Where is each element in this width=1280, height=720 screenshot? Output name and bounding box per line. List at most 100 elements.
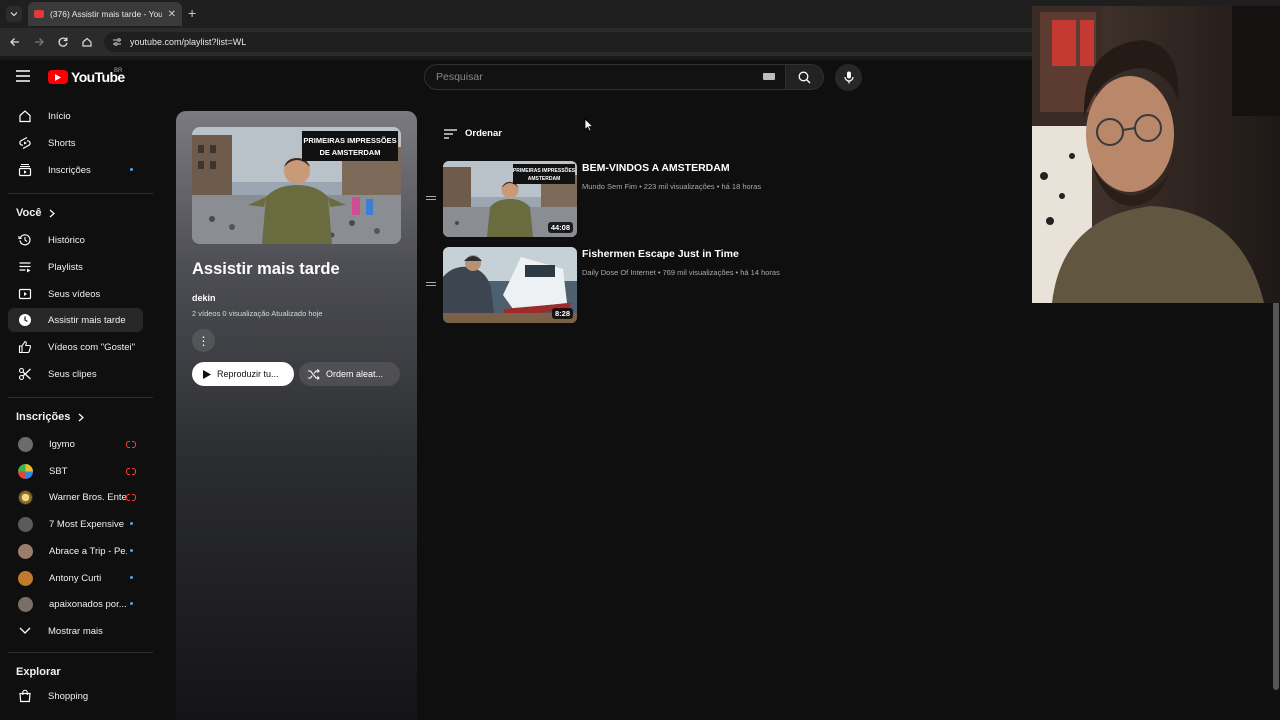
sort-label: Ordenar xyxy=(465,128,502,139)
thumbnail-caption-line1: PRIMEIRAS IMPRESSÕES xyxy=(513,167,576,174)
clips-icon xyxy=(18,367,32,381)
channel-name: Igymo xyxy=(49,438,75,450)
channel-avatar xyxy=(18,463,33,479)
sidebar-channel[interactable]: apaixonados por... xyxy=(8,592,143,616)
url-text: youtube.com/playlist?list=WL xyxy=(130,37,247,47)
sidebar-item-clips[interactable]: Seus clipes xyxy=(8,362,143,386)
sidebar-item-your-videos[interactable]: Seus vídeos xyxy=(8,282,143,306)
channel-avatar xyxy=(18,543,33,559)
sidebar-channel[interactable]: SBT xyxy=(8,459,143,483)
playlist-meta: 2 vídeos 0 visualização Atualizado hoje xyxy=(192,309,323,318)
video-thumbnail[interactable]: 8:28 xyxy=(443,247,577,323)
more-options-button[interactable]: ⋮ xyxy=(192,329,215,352)
back-arrow-icon[interactable] xyxy=(8,35,22,49)
thumbnail-caption-line2: DE AMSTERDAM xyxy=(320,148,381,157)
sidebar-item-label: Shopping xyxy=(48,690,89,702)
new-content-dot xyxy=(130,576,133,579)
play-all-button[interactable]: Reproduzir tu... xyxy=(192,362,294,386)
show-more-label: Mostrar mais xyxy=(48,625,103,637)
sidebar-item-label: Assistir mais tarde xyxy=(48,314,126,326)
close-tab-icon[interactable]: ✕ xyxy=(168,9,176,20)
channel-avatar xyxy=(18,570,33,586)
playlist-title: Assistir mais tarde xyxy=(192,260,340,278)
thumbnail-caption-line1: PRIMEIRAS IMPRESSÕES xyxy=(303,136,396,145)
drag-handle-icon[interactable] xyxy=(426,196,436,200)
sidebar-item-label: Playlists xyxy=(48,261,83,273)
youtube-favicon-icon xyxy=(34,10,44,18)
address-bar[interactable]: youtube.com/playlist?list=WL xyxy=(104,32,1064,52)
sidebar-channel[interactable]: 7 Most Expensive xyxy=(8,512,143,536)
search-input[interactable] xyxy=(436,71,756,83)
shuffle-icon xyxy=(308,368,320,380)
voice-search-button[interactable] xyxy=(835,64,862,91)
sidebar-section-you[interactable]: Você xyxy=(16,207,56,219)
sort-icon xyxy=(444,128,457,139)
forward-arrow-icon[interactable] xyxy=(32,35,46,49)
sidebar-channel[interactable]: Antony Curti xyxy=(8,566,143,590)
sidebar-item-subscriptions[interactable]: Inscrições xyxy=(8,158,143,182)
show-more-button[interactable]: Mostrar mais xyxy=(8,619,143,643)
drag-handle-icon[interactable] xyxy=(426,282,436,286)
sidebar-channel[interactable]: Igymo xyxy=(8,432,143,456)
channel-name: Warner Bros. Entert... xyxy=(49,491,127,503)
site-settings-icon[interactable] xyxy=(112,37,122,47)
video-thumbnail[interactable]: PRIMEIRAS IMPRESSÕES AMSTERDAM 44:08 xyxy=(443,161,577,237)
like-icon xyxy=(18,340,32,354)
sidebar-item-watch-later[interactable]: Assistir mais tarde xyxy=(8,308,143,332)
shopping-bag-icon xyxy=(18,689,32,703)
channel-avatar xyxy=(18,489,33,505)
your-videos-icon xyxy=(18,287,32,301)
video-title[interactable]: Fishermen Escape Just in Time xyxy=(582,248,739,260)
chevron-down-icon xyxy=(18,624,32,638)
playlist-header: PRIMEIRAS IMPRESSÕES DE AMSTERDAM Assist… xyxy=(176,111,417,720)
sidebar-item-label: Início xyxy=(48,110,71,122)
watch-later-icon xyxy=(18,313,32,327)
mouse-cursor-icon xyxy=(584,118,594,132)
playlist-thumbnail[interactable]: PRIMEIRAS IMPRESSÕES DE AMSTERDAM xyxy=(192,127,401,244)
playlist-video-row[interactable]: 8:28 Fishermen Escape Just in Time Daily… xyxy=(424,247,884,325)
reload-icon[interactable] xyxy=(56,35,70,49)
more-vert-icon: ⋮ xyxy=(197,333,210,348)
sidebar-channel[interactable]: Abrace a Trip - Pe... xyxy=(8,539,143,563)
country-code: BR xyxy=(114,68,123,74)
sort-button[interactable]: Ordenar xyxy=(444,128,502,139)
play-all-label: Reproduzir tu... xyxy=(217,369,279,379)
hamburger-menu-icon[interactable] xyxy=(16,70,30,82)
sidebar-divider xyxy=(8,652,153,653)
history-icon xyxy=(18,233,32,247)
thumbnail-caption-line2: AMSTERDAM xyxy=(528,176,561,182)
playlist-video-row[interactable]: PRIMEIRAS IMPRESSÕES AMSTERDAM 44:08 BEM… xyxy=(424,161,884,239)
channel-name: Abrace a Trip - Pe... xyxy=(49,545,127,557)
sidebar-item-home[interactable]: Início xyxy=(8,104,143,128)
video-meta: Daily Dose Of Internet • 769 mil visuali… xyxy=(582,268,780,277)
keyboard-icon[interactable] xyxy=(763,73,775,80)
chevron-down-icon xyxy=(10,12,18,17)
browser-tab[interactable]: (376) Assistir mais tarde - YouTube ✕ xyxy=(28,2,182,26)
playlist-owner[interactable]: dekin xyxy=(192,293,216,303)
channel-name: apaixonados por... xyxy=(49,598,127,610)
new-tab-button[interactable]: + xyxy=(188,5,196,21)
sidebar-item-liked-videos[interactable]: Vídeos com "Gostei" xyxy=(8,335,143,359)
sidebar-section-subscriptions[interactable]: Inscrições xyxy=(16,411,85,423)
sidebar-item-shorts[interactable]: Shorts xyxy=(8,131,143,155)
sidebar-channel[interactable]: Warner Bros. Entert... xyxy=(8,485,143,509)
chevron-right-icon xyxy=(79,413,85,421)
section-title: Você xyxy=(16,207,42,219)
video-title[interactable]: BEM-VINDOS A AMSTERDAM xyxy=(582,162,730,174)
search-button[interactable] xyxy=(786,64,824,90)
home-browser-icon[interactable] xyxy=(80,35,94,49)
channel-avatar xyxy=(18,436,33,452)
sidebar-divider xyxy=(8,397,153,398)
tab-search-button[interactable] xyxy=(6,6,22,22)
search-box xyxy=(424,64,786,90)
shorts-icon xyxy=(18,136,32,150)
search-icon xyxy=(798,71,811,83)
shuffle-button[interactable]: Ordem aleat... xyxy=(299,362,400,386)
playlists-icon xyxy=(18,260,32,274)
video-duration: 8:28 xyxy=(551,308,573,319)
sidebar-item-shopping[interactable]: Shopping xyxy=(8,684,143,708)
sidebar-item-playlists[interactable]: Playlists xyxy=(8,255,143,279)
section-title: Explorar xyxy=(16,666,61,678)
sidebar-item-label: Seus clipes xyxy=(48,368,97,380)
sidebar-item-history[interactable]: Histórico xyxy=(8,228,143,252)
